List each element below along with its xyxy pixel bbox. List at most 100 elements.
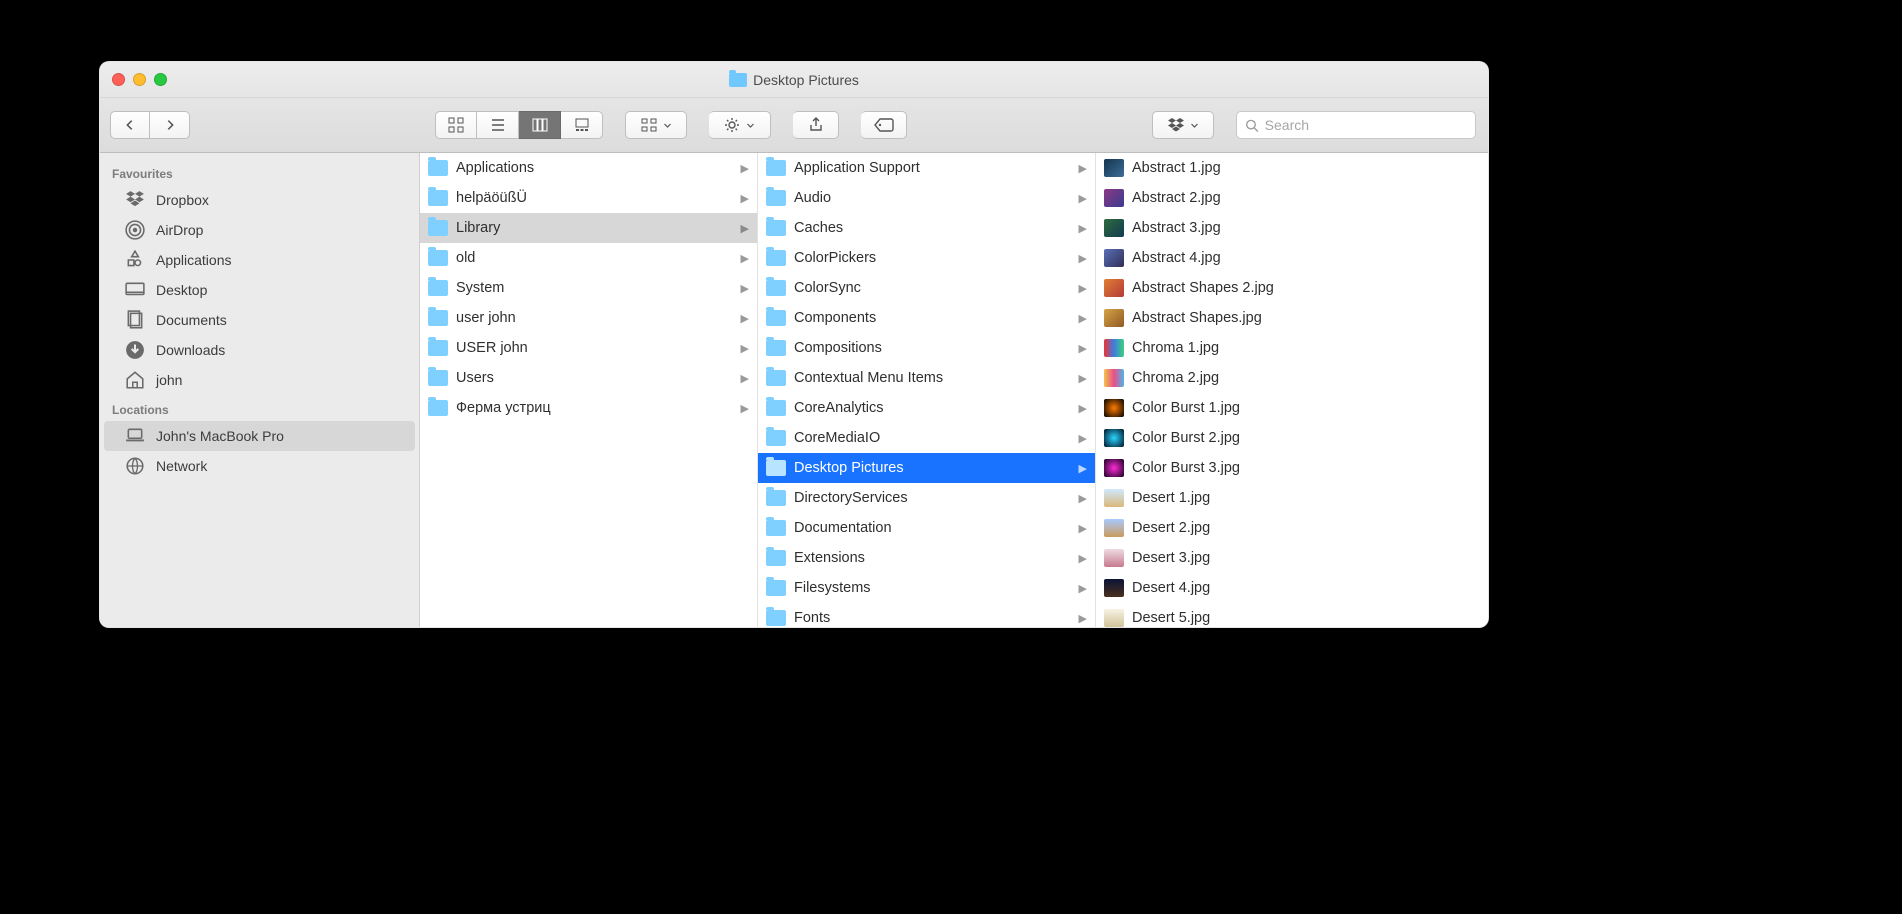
file-row[interactable]: Abstract 2.jpg (1096, 183, 1488, 213)
action-menu-button[interactable] (709, 111, 771, 139)
folder-row[interactable]: Audio▶ (758, 183, 1095, 213)
sidebar-item-desktop[interactable]: Desktop (104, 275, 415, 305)
image-thumbnail-icon (1104, 459, 1124, 477)
folder-icon (766, 610, 786, 626)
row-label: ColorPickers (794, 250, 876, 266)
folder-row[interactable]: Application Support▶ (758, 153, 1095, 183)
row-label: Library (456, 220, 500, 236)
folder-icon (428, 220, 448, 236)
column-2[interactable]: Abstract 1.jpgAbstract 2.jpgAbstract 3.j… (1096, 153, 1488, 627)
sidebar-item-airdrop[interactable]: AirDrop (104, 215, 415, 245)
folder-row[interactable]: Caches▶ (758, 213, 1095, 243)
file-row[interactable]: Chroma 1.jpg (1096, 333, 1488, 363)
folder-row[interactable]: Contextual Menu Items▶ (758, 363, 1095, 393)
chevron-right-icon: ▶ (741, 252, 749, 265)
view-gallery-button[interactable] (561, 111, 603, 139)
folder-row[interactable]: helpäöüßÜ▶ (420, 183, 757, 213)
sidebar-item-documents[interactable]: Documents (104, 305, 415, 335)
file-row[interactable]: Abstract 1.jpg (1096, 153, 1488, 183)
row-label: Filesystems (794, 580, 871, 596)
folder-icon (428, 250, 448, 266)
group-by-button[interactable] (625, 111, 687, 139)
folder-row[interactable]: USER john▶ (420, 333, 757, 363)
file-row[interactable]: Color Burst 2.jpg (1096, 423, 1488, 453)
view-icons-button[interactable] (435, 111, 477, 139)
forward-button[interactable] (150, 111, 190, 139)
docs-icon (124, 310, 146, 330)
folder-row[interactable]: DirectoryServices▶ (758, 483, 1095, 513)
folder-row[interactable]: Filesystems▶ (758, 573, 1095, 603)
image-thumbnail-icon (1104, 579, 1124, 597)
file-row[interactable]: Desert 3.jpg (1096, 543, 1488, 573)
chevron-right-icon: ▶ (741, 312, 749, 325)
file-row[interactable]: Color Burst 1.jpg (1096, 393, 1488, 423)
file-row[interactable]: Desert 5.jpg (1096, 603, 1488, 627)
sidebar-item-applications[interactable]: Applications (104, 245, 415, 275)
folder-row[interactable]: Extensions ▶ (758, 543, 1095, 573)
row-label: helpäöüßÜ (456, 190, 527, 206)
folder-row[interactable]: Library▶ (420, 213, 757, 243)
image-thumbnail-icon (1104, 159, 1124, 177)
tags-button[interactable] (861, 111, 907, 139)
share-button[interactable] (793, 111, 839, 139)
minimize-window-button[interactable] (133, 73, 146, 86)
folder-row[interactable]: CoreMediaIO▶ (758, 423, 1095, 453)
file-row[interactable]: Desert 4.jpg (1096, 573, 1488, 603)
sidebar-item-label: john (156, 372, 182, 388)
dropbox-toolbar-button[interactable] (1152, 111, 1214, 139)
sidebar-item-network[interactable]: Network (104, 451, 415, 481)
chevron-right-icon: ▶ (1079, 372, 1087, 385)
search-input[interactable] (1265, 117, 1467, 133)
back-button[interactable] (110, 111, 150, 139)
view-columns-button[interactable] (519, 111, 561, 139)
folder-row[interactable]: Compositions▶ (758, 333, 1095, 363)
file-row[interactable]: Desert 2.jpg (1096, 513, 1488, 543)
file-row[interactable]: Abstract Shapes.jpg (1096, 303, 1488, 333)
folder-icon (729, 73, 747, 87)
close-window-button[interactable] (112, 73, 125, 86)
folder-row[interactable]: ColorSync▶ (758, 273, 1095, 303)
file-row[interactable]: Abstract 4.jpg (1096, 243, 1488, 273)
folder-row[interactable]: System▶ (420, 273, 757, 303)
folder-row[interactable]: Fonts▶ (758, 603, 1095, 627)
column-0[interactable]: Applications▶helpäöüßÜ▶Library▶old▶Syste… (420, 153, 758, 627)
share-icon (808, 117, 824, 133)
chevron-right-icon: ▶ (1079, 222, 1087, 235)
folder-row[interactable]: user john▶ (420, 303, 757, 333)
folder-row[interactable]: ColorPickers▶ (758, 243, 1095, 273)
sidebar-item-john-s-macbook-pro[interactable]: John's MacBook Pro (104, 421, 415, 451)
file-row[interactable]: Color Burst 3.jpg (1096, 453, 1488, 483)
row-label: Extensions (794, 550, 865, 566)
sidebar-item-downloads[interactable]: Downloads (104, 335, 415, 365)
sidebar-item-john[interactable]: john (104, 365, 415, 395)
laptop-icon (124, 426, 146, 446)
chevron-down-icon (746, 121, 755, 130)
chevron-right-icon: ▶ (1079, 522, 1087, 535)
column-1[interactable]: Application Support▶Audio▶Caches▶ColorPi… (758, 153, 1096, 627)
folder-row[interactable]: old▶ (420, 243, 757, 273)
file-row[interactable]: Desert 1.jpg (1096, 483, 1488, 513)
folder-row[interactable]: Applications▶ (420, 153, 757, 183)
view-list-button[interactable] (477, 111, 519, 139)
folder-row[interactable]: Components▶ (758, 303, 1095, 333)
file-row[interactable]: Chroma 2.jpg (1096, 363, 1488, 393)
row-label: System (456, 280, 504, 296)
chevron-right-icon: ▶ (1079, 162, 1087, 175)
search-icon (1245, 118, 1259, 133)
search-field[interactable] (1236, 111, 1476, 139)
window-title: Desktop Pictures (100, 72, 1488, 88)
sidebar-item-dropbox[interactable]: Dropbox (104, 185, 415, 215)
folder-row[interactable]: Desktop Pictures▶ (758, 453, 1095, 483)
folder-row[interactable]: Users▶ (420, 363, 757, 393)
folder-row[interactable]: Documentation▶ (758, 513, 1095, 543)
folder-icon (766, 250, 786, 266)
folder-row[interactable]: Ферма устриц▶ (420, 393, 757, 423)
folder-icon (428, 160, 448, 176)
chevron-right-icon: ▶ (1079, 552, 1087, 565)
folder-icon (766, 550, 786, 566)
file-row[interactable]: Abstract Shapes 2.jpg (1096, 273, 1488, 303)
folder-row[interactable]: CoreAnalytics▶ (758, 393, 1095, 423)
file-row[interactable]: Abstract 3.jpg (1096, 213, 1488, 243)
zoom-window-button[interactable] (154, 73, 167, 86)
row-label: Components (794, 310, 876, 326)
